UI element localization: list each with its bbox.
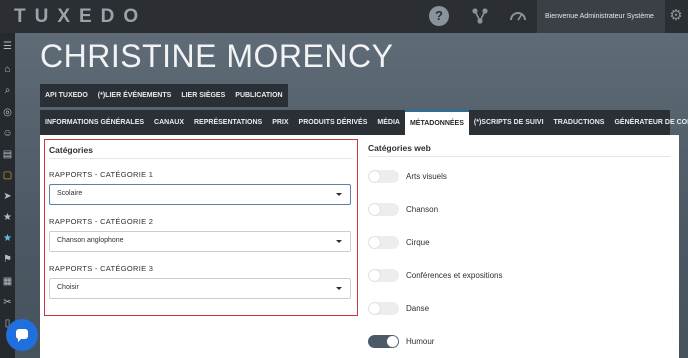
categories-title: Catégories bbox=[49, 145, 93, 155]
send-icon[interactable]: ➤ bbox=[2, 191, 13, 202]
toggle-chanson[interactable] bbox=[368, 203, 399, 216]
page-title: CHRISTINE MORENCY bbox=[40, 38, 394, 74]
gear-icon[interactable]: ⚙ bbox=[666, 6, 686, 26]
label-conferences-expositions: Conférences et expositions bbox=[406, 271, 503, 280]
label-danse: Danse bbox=[406, 304, 430, 313]
toggle-arts-visuels[interactable] bbox=[368, 170, 399, 183]
chevron-down-icon bbox=[336, 193, 342, 196]
tab-prix[interactable]: PRIX bbox=[267, 110, 293, 135]
toggle-knob bbox=[369, 270, 380, 281]
category-1-select[interactable]: Scolaire bbox=[49, 184, 351, 205]
menu-icon[interactable]: ☰ bbox=[2, 41, 13, 52]
toggle-knob bbox=[369, 303, 380, 314]
toggle-knob bbox=[387, 336, 398, 347]
tab-representations[interactable]: REPRÉSENTATIONS bbox=[189, 110, 267, 135]
toggle-knob bbox=[369, 204, 380, 215]
category-2-label: RAPPORTS - CATÉGORIE 2 bbox=[49, 217, 154, 226]
ticket-icon[interactable]: ⌂ bbox=[2, 64, 13, 75]
tab-publication[interactable]: PUBLICATION bbox=[230, 84, 287, 107]
tab-scripts-de-suivi[interactable]: (*)SCRIPTS DE SUIVI bbox=[469, 110, 549, 135]
label-arts-visuels: Arts visuels bbox=[406, 172, 447, 181]
tab-lier-sieges[interactable]: LIER SIÈGES bbox=[176, 84, 230, 107]
toggle-danse[interactable] bbox=[368, 302, 399, 315]
category-3-select[interactable]: Choisir bbox=[49, 278, 351, 299]
toggle-cirque[interactable] bbox=[368, 236, 399, 249]
category-2-value: Chanson anglophone bbox=[57, 237, 124, 244]
help-icon[interactable]: ? bbox=[429, 6, 449, 26]
category-1-label: RAPPORTS - CATÉGORIE 1 bbox=[49, 170, 154, 179]
tab-traductions[interactable]: TRADUCTIONS bbox=[549, 110, 610, 135]
welcome-user-menu[interactable]: Bienvenue Administrateur Système bbox=[537, 0, 665, 33]
chat-launcher-button[interactable] bbox=[6, 319, 38, 351]
categories-divider bbox=[49, 158, 353, 159]
scissors-icon[interactable]: ✂ bbox=[2, 297, 13, 308]
tab-metadonnees[interactable]: MÉTADONNÉES bbox=[404, 110, 469, 135]
star-icon[interactable]: ★ bbox=[2, 212, 13, 223]
toggle-knob bbox=[369, 171, 380, 182]
category-2-select[interactable]: Chanson anglophone bbox=[49, 231, 351, 252]
tab-api-tuxedo[interactable]: API TUXEDO bbox=[40, 84, 93, 107]
categories-section: Catégories RAPPORTS - CATÉGORIE 1 Scolai… bbox=[44, 139, 358, 316]
chevron-down-icon bbox=[336, 287, 342, 290]
tab-lier-evenements[interactable]: (*)LIER ÉVÉNEMENTS bbox=[93, 84, 177, 107]
web-categories-title: Catégories web bbox=[368, 143, 431, 153]
toggle-conferences-expositions[interactable] bbox=[368, 269, 399, 282]
flag-icon[interactable]: ⚑ bbox=[2, 254, 13, 265]
app-logo[interactable]: TUXEDO bbox=[14, 6, 147, 28]
star-active-icon[interactable]: ★ bbox=[2, 233, 13, 244]
tab-canaux[interactable]: CANAUX bbox=[149, 110, 189, 135]
top-bar: TUXEDO ? Bienvenue Administrateur Systèm… bbox=[0, 0, 688, 33]
events-icon[interactable]: ▢ bbox=[2, 170, 13, 181]
grid-icon[interactable]: ▦ bbox=[2, 276, 13, 287]
label-cirque: Cirque bbox=[406, 238, 430, 247]
label-humour: Humour bbox=[406, 337, 435, 346]
documents-icon[interactable]: ▤ bbox=[2, 149, 13, 160]
compass-icon[interactable]: ◎ bbox=[2, 107, 13, 118]
tab-produits-derives[interactable]: PRODUITS DÉRIVÉS bbox=[294, 110, 373, 135]
metadata-panel: Catégories RAPPORTS - CATÉGORIE 1 Scolai… bbox=[40, 135, 679, 358]
tab-media[interactable]: MÉDIA bbox=[372, 110, 405, 135]
tab-generateur-de-codes[interactable]: GÉNÉRATEUR DE CODES bbox=[609, 110, 688, 135]
search-icon[interactable]: ⌕ bbox=[2, 85, 13, 96]
secondary-tabs: INFORMATIONS GÉNÉRALES CANAUX REPRÉSENTA… bbox=[40, 110, 688, 135]
toggle-humour[interactable] bbox=[368, 335, 399, 348]
toggle-knob bbox=[369, 237, 380, 248]
tab-informations-generales[interactable]: INFORMATIONS GÉNÉRALES bbox=[40, 110, 149, 135]
chat-icon bbox=[16, 329, 28, 342]
primary-tabs: API TUXEDO (*)LIER ÉVÉNEMENTS LIER SIÈGE… bbox=[40, 84, 288, 107]
label-chanson: Chanson bbox=[406, 205, 439, 214]
left-sidebar: ☰ ⌂ ⌕ ◎ ☺ ▤ ▢ ➤ ★ ★ ⚑ ▦ ✂ ▯ bbox=[0, 33, 15, 358]
chevron-down-icon bbox=[336, 240, 342, 243]
gauge-icon[interactable] bbox=[508, 6, 528, 26]
category-3-label: RAPPORTS - CATÉGORIE 3 bbox=[49, 264, 154, 273]
category-3-value: Choisir bbox=[57, 284, 79, 291]
users-icon[interactable]: ☺ bbox=[2, 128, 13, 139]
hierarchy-icon[interactable] bbox=[470, 6, 490, 26]
category-1-value: Scolaire bbox=[57, 190, 83, 197]
web-categories-divider bbox=[368, 156, 670, 157]
